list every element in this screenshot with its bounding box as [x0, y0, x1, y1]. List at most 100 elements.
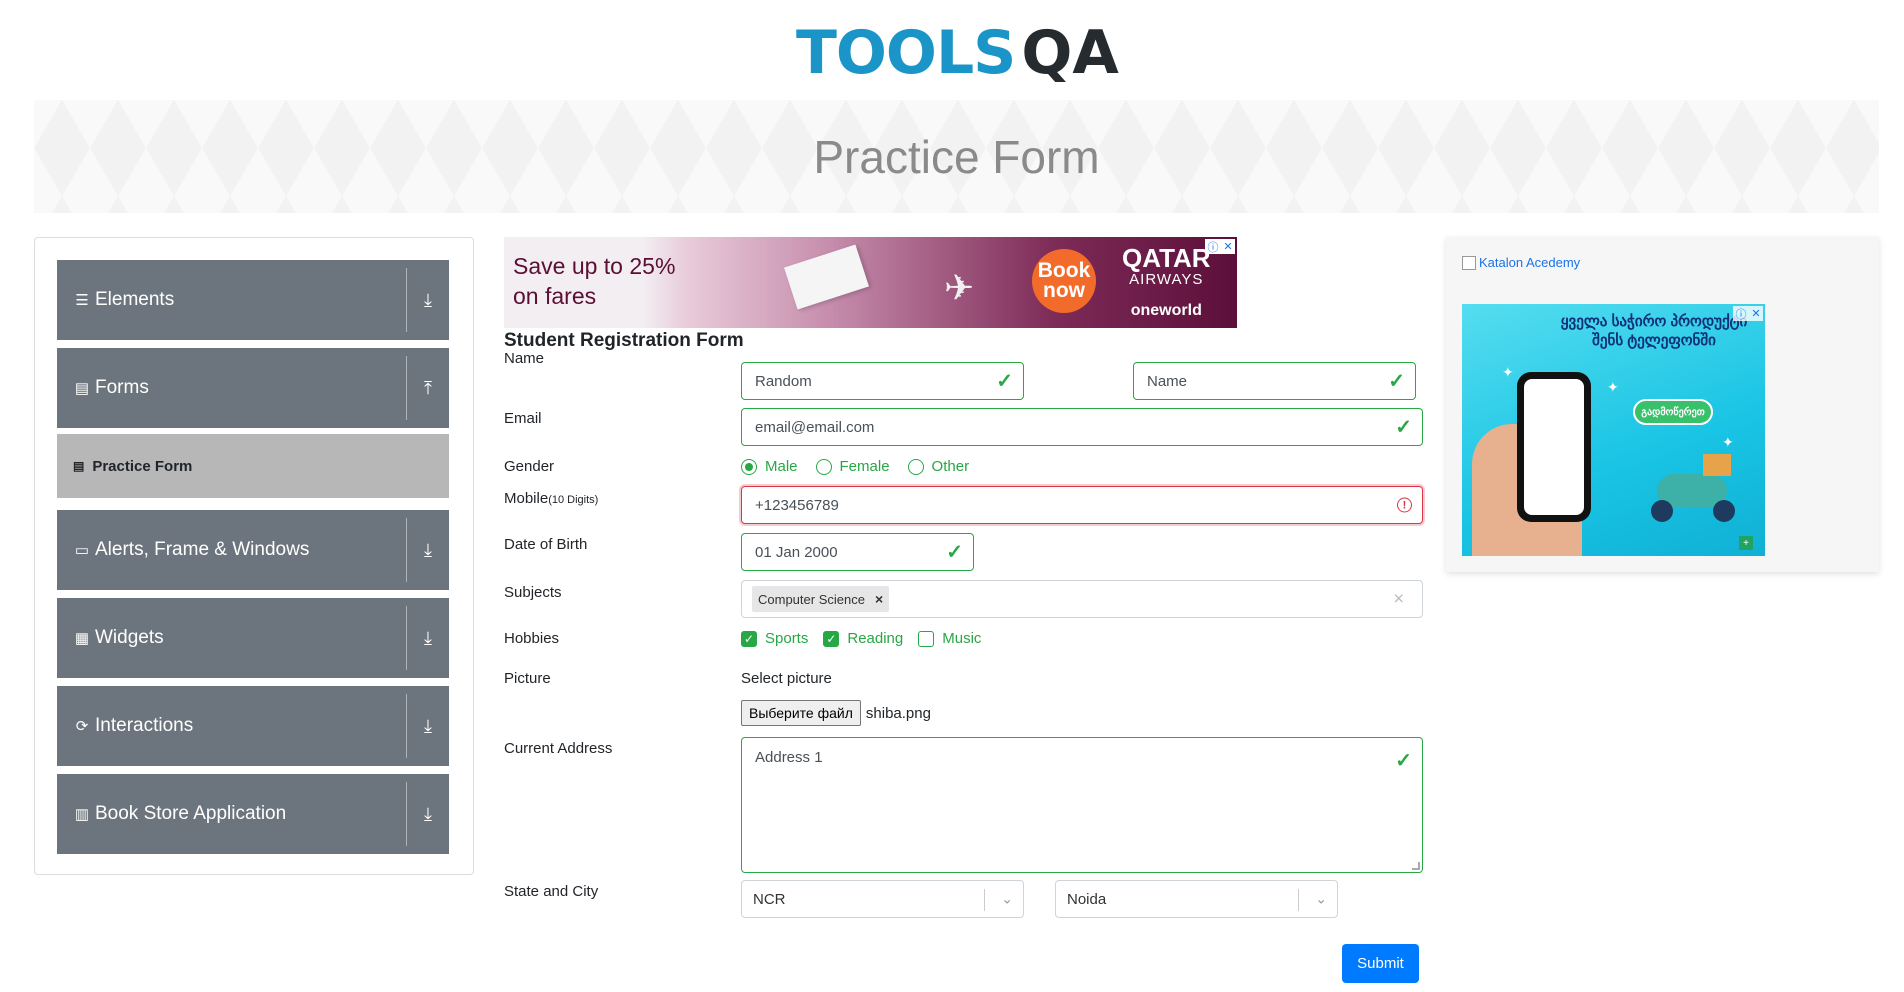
mobile-input[interactable]: +123456789 ! [741, 486, 1423, 524]
choose-file-button[interactable]: Выберите файл [741, 700, 861, 726]
checkbox-label: Reading [847, 630, 904, 647]
toolsqa-logo[interactable]: TOOLS QA [796, 16, 1119, 90]
state-city-label: State and City [504, 883, 599, 900]
sparkle-icon: ✦ [1722, 434, 1734, 450]
checkbox-label: Music [942, 630, 982, 647]
download-arrow-icon[interactable]: ⤓ [407, 540, 449, 561]
check-icon: ✓ [1388, 370, 1405, 393]
qatar-airways-ad[interactable]: Save up to 25% on fares ✈ Book now QATAR… [504, 237, 1237, 328]
chevron-down-icon[interactable]: ⌄ [1315, 891, 1327, 908]
city-select[interactable]: Noida ⌄ [1055, 880, 1338, 918]
sidebar-group-interactions[interactable]: ⟳ Interactions ⤓ [57, 686, 449, 766]
gender-radio-group: Male Female Other [741, 458, 987, 475]
sidebar-group-alerts-frame-windows[interactable]: ▭ Alerts, Frame & Windows ⤓ [57, 510, 449, 590]
books-icon: ▥ [74, 806, 90, 823]
radio-unselected-icon[interactable] [907, 458, 924, 475]
sidebar-group-forms[interactable]: ▤ Forms ⤒ [57, 348, 449, 428]
sparkle-icon: ✦ [1502, 364, 1514, 380]
gender-label: Gender [504, 458, 555, 475]
download-arrow-icon[interactable]: ⤓ [407, 290, 449, 311]
form-title: Student Registration Form [504, 330, 744, 351]
divider [984, 889, 985, 911]
chevron-down-icon[interactable]: ⌄ [1001, 891, 1013, 908]
info-icon[interactable]: ⓘ [1207, 239, 1218, 255]
sidebar-group-label: Book Store Application [95, 803, 287, 824]
broken-image-icon [1462, 255, 1476, 270]
widgets-icon: ▦ [74, 630, 90, 647]
date-of-birth-input[interactable]: 01 Jan 2000 ✓ [741, 533, 974, 571]
delivery-box [1703, 454, 1731, 476]
sidebar-group-label: Widgets [95, 627, 164, 648]
subjects-input[interactable]: Computer Science × × [741, 580, 1423, 618]
radio-unselected-icon[interactable] [815, 458, 832, 475]
gender-radio-other[interactable]: Other [907, 458, 970, 475]
document-icon: ▤ [74, 380, 90, 397]
gender-radio-female[interactable]: Female [815, 458, 890, 475]
sidebar-item-practice-form[interactable]: ▤ Practice Form [57, 434, 449, 498]
first-name-input[interactable]: Random ✓ [741, 362, 1024, 400]
remove-chip-icon[interactable]: × [875, 591, 883, 607]
checkbox-unchecked-icon[interactable] [918, 630, 935, 647]
page-banner: Practice Form [34, 100, 1879, 213]
hobbies-checkbox-group: ✓ Sports ✓ Reading Music [741, 630, 996, 647]
hobbies-label: Hobbies [504, 630, 560, 647]
sidebar-group-elements[interactable]: ☰ Elements ⤓ [57, 260, 449, 340]
email-input[interactable]: email@email.com ✓ [741, 408, 1423, 446]
left-sidebar: ☰ Elements ⤓ ▤ Forms ⤒ ▤ Practice Form ▭… [34, 237, 474, 875]
check-icon: ✓ [996, 370, 1013, 393]
clear-icon[interactable]: × [1393, 589, 1404, 610]
ad-choices-icon[interactable]: ⓘ ✕ [1733, 306, 1763, 321]
checkbox-checked-icon[interactable]: ✓ [823, 630, 840, 647]
state-select[interactable]: NCR ⌄ [741, 880, 1024, 918]
katalon-academy-link[interactable]: Katalon Acedemy [1462, 255, 1580, 270]
sparkle-icon: ✦ [1607, 379, 1619, 395]
hobby-checkbox-sports[interactable]: ✓ Sports [741, 630, 808, 647]
window-icon: ▭ [74, 542, 90, 559]
gender-radio-male[interactable]: Male [741, 458, 798, 475]
radio-label: Other [931, 458, 970, 475]
book-now-button[interactable]: Book now [1032, 249, 1096, 313]
current-address-textarea[interactable]: Address 1 ✓ [741, 737, 1423, 873]
resize-handle-icon[interactable] [1412, 862, 1420, 870]
phone-screen [1524, 379, 1584, 515]
brand-name: QATAR [1122, 243, 1211, 273]
sidebar-group-label: Forms [95, 377, 149, 398]
sidebar-item-label: Practice Form [92, 457, 193, 475]
hobby-checkbox-reading[interactable]: ✓ Reading [823, 630, 903, 647]
ticket-graphic [784, 244, 869, 310]
download-button[interactable]: გადმოწერეთ [1633, 399, 1713, 425]
subject-chip: Computer Science × [752, 586, 890, 612]
ad-choices-icon[interactable]: ⓘ ✕ [1205, 239, 1235, 254]
state-value: NCR [753, 890, 786, 908]
close-icon[interactable]: ✕ [1751, 307, 1760, 320]
first-name-value: Random [755, 372, 812, 390]
radio-selected-icon[interactable] [741, 458, 757, 475]
checkbox-checked-icon[interactable]: ✓ [741, 630, 757, 647]
subjects-label: Subjects [504, 584, 562, 601]
download-arrow-icon[interactable]: ⤓ [407, 716, 449, 737]
email-label: Email [504, 410, 542, 427]
sidebar-group-label: Alerts, Frame & Windows [95, 539, 310, 560]
hobby-checkbox-music[interactable]: Music [918, 630, 981, 647]
mobile-hint: (10 Digits) [548, 494, 599, 506]
upload-arrow-icon[interactable]: ⤒ [407, 378, 449, 399]
dob-value: 01 Jan 2000 [755, 543, 838, 561]
ad-headline-line2: on fares [513, 283, 597, 309]
last-name-input[interactable]: Name ✓ [1133, 362, 1416, 400]
download-arrow-icon[interactable]: ⤓ [407, 628, 449, 649]
submit-button[interactable]: Submit [1342, 944, 1419, 983]
mobile-label: Mobile(10 Digits) [504, 490, 598, 507]
info-icon[interactable]: ⓘ [1735, 306, 1746, 322]
interactions-icon: ⟳ [75, 718, 89, 735]
check-icon: ✓ [946, 541, 963, 564]
sidebar-group-widgets[interactable]: ▦ Widgets ⤓ [57, 598, 449, 678]
download-arrow-icon[interactable]: ⤓ [407, 804, 449, 825]
phone-graphic [1517, 372, 1591, 522]
pharmacy-app-ad[interactable]: ყველა საჭირო პროდუქტი შენს ტელეფონში ✦ ✦… [1462, 304, 1765, 556]
close-icon[interactable]: ✕ [1223, 240, 1232, 253]
page-title: Practice Form [813, 130, 1100, 183]
logo-text-qa: QA [1021, 18, 1119, 88]
sidebar-group-book-store[interactable]: ▥ Book Store Application ⤓ [57, 774, 449, 854]
brand-subname: AIRWAYS [1129, 271, 1204, 288]
hamburger-icon: ☰ [75, 292, 89, 309]
